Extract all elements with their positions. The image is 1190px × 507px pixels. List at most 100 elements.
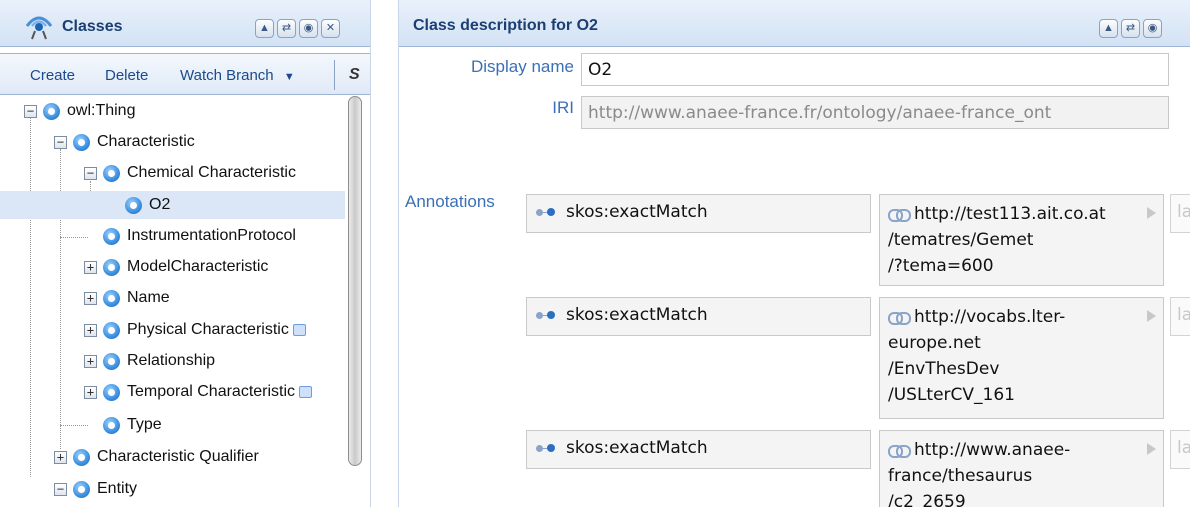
annotations-label: Annotations bbox=[405, 192, 495, 211]
annotation-value[interactable]: http://vocabs.lter- europe.net /EnvThesD… bbox=[879, 297, 1164, 419]
tree-item-label: Entity bbox=[97, 480, 138, 497]
tree-item-chemical-characteristic[interactable]: − Chemical Characteristic bbox=[84, 159, 296, 187]
annotation-lang-field[interactable]: la bbox=[1170, 297, 1190, 336]
class-icon bbox=[43, 102, 60, 120]
annotation-value-line: /EnvThesDev bbox=[888, 359, 1000, 379]
expand-icon[interactable]: + bbox=[84, 385, 97, 399]
tree-item-o2[interactable]: O2 bbox=[0, 191, 345, 219]
tree-item-label: InstrumentationProtocol bbox=[127, 227, 296, 244]
settings-button[interactable]: ◉ bbox=[299, 19, 318, 38]
tree-connector bbox=[30, 117, 31, 477]
tree-item-characteristic[interactable]: − Characteristic bbox=[54, 128, 195, 156]
tree-item-characteristic-qualifier[interactable]: + Characteristic Qualifier bbox=[54, 443, 259, 471]
settings-button[interactable]: ◉ bbox=[1143, 19, 1162, 38]
class-tree: − owl:Thing − Characteristic − Chemical … bbox=[0, 95, 345, 507]
annotation-property[interactable]: skos:exactMatch bbox=[526, 194, 871, 233]
tree-item-label: Characteristic bbox=[97, 133, 195, 150]
class-icon bbox=[125, 196, 142, 214]
iri-label: IRI bbox=[552, 98, 574, 117]
tree-item-relationship[interactable]: + Relationship bbox=[84, 347, 215, 375]
tree-item-type[interactable]: Type bbox=[103, 411, 162, 439]
sync-button[interactable]: ⇄ bbox=[1121, 19, 1140, 38]
expand-icon[interactable]: + bbox=[54, 450, 67, 464]
annotation-property-label: skos:exactMatch bbox=[566, 305, 708, 325]
class-icon bbox=[73, 480, 90, 498]
annotation-value-line: /?tema=600 bbox=[888, 256, 994, 276]
maximize-button[interactable]: ▲ bbox=[255, 19, 274, 38]
classes-view-icon bbox=[25, 16, 53, 40]
tree-item-label: owl:Thing bbox=[67, 102, 136, 119]
tree-item-owl-thing[interactable]: − owl:Thing bbox=[24, 97, 135, 125]
tree-item-label: Chemical Characteristic bbox=[127, 164, 296, 181]
class-icon bbox=[103, 321, 120, 339]
search-button[interactable]: S bbox=[349, 66, 360, 84]
class-icon bbox=[103, 164, 120, 182]
annotation-value-line: /USLterCV_161 bbox=[888, 385, 1015, 405]
delete-button[interactable]: Delete bbox=[105, 67, 148, 84]
watch-branch-button[interactable]: Watch Branch ▼ bbox=[180, 67, 295, 84]
panel-splitter[interactable] bbox=[370, 0, 400, 507]
expand-icon[interactable]: + bbox=[84, 323, 97, 337]
tree-connector bbox=[60, 237, 88, 238]
tree-item-model-characteristic[interactable]: + ModelCharacteristic bbox=[84, 253, 268, 281]
toolbar-divider bbox=[334, 60, 335, 90]
annotation-property[interactable]: skos:exactMatch bbox=[526, 297, 871, 336]
create-button[interactable]: Create bbox=[30, 67, 75, 84]
close-button[interactable]: ✕ bbox=[321, 19, 340, 38]
maximize-button[interactable]: ▲ bbox=[1099, 19, 1118, 38]
tree-item-label: Relationship bbox=[127, 352, 216, 369]
tree-item-label: Physical Characteristic bbox=[127, 321, 289, 338]
play-icon[interactable] bbox=[1147, 310, 1156, 322]
classes-panel-header: Classes ▲ ⇄ ◉ ✕ bbox=[0, 0, 370, 47]
play-icon[interactable] bbox=[1147, 443, 1156, 455]
annotation-property[interactable]: skos:exactMatch bbox=[526, 430, 871, 469]
annotation-value-line: /tematres/Gemet bbox=[888, 230, 1034, 250]
class-icon bbox=[103, 416, 120, 434]
tree-item-label: ModelCharacteristic bbox=[127, 258, 269, 275]
expand-icon[interactable]: + bbox=[84, 354, 97, 368]
sync-button[interactable]: ⇄ bbox=[277, 19, 296, 38]
tree-item-label: Name bbox=[127, 289, 170, 306]
classes-toolbar: Create Delete Watch Branch ▼ S bbox=[0, 53, 370, 95]
tree-item-label: Type bbox=[127, 416, 162, 433]
collapse-icon[interactable]: − bbox=[54, 135, 67, 149]
iri-field[interactable]: http://www.anaee-france.fr/ontology/anae… bbox=[581, 96, 1169, 129]
annotation-property-label: skos:exactMatch bbox=[566, 438, 708, 458]
tree-item-entity[interactable]: − Entity bbox=[54, 475, 137, 503]
play-icon[interactable] bbox=[1147, 207, 1156, 219]
annotation-property-label: skos:exactMatch bbox=[566, 202, 708, 222]
panel-title: Classes bbox=[62, 18, 123, 35]
panel-title: Class description for O2 bbox=[413, 17, 598, 34]
collapse-icon[interactable]: − bbox=[84, 166, 97, 180]
tree-item-label: Characteristic Qualifier bbox=[97, 448, 259, 465]
tree-item-temporal-characteristic[interactable]: + Temporal Characteristic bbox=[84, 378, 313, 406]
class-icon bbox=[103, 289, 120, 307]
annotation-lang-field[interactable]: la bbox=[1170, 430, 1190, 469]
tree-connector bbox=[60, 425, 88, 426]
class-icon bbox=[103, 383, 120, 401]
class-icon bbox=[73, 448, 90, 466]
class-icon bbox=[103, 258, 120, 276]
link-icon bbox=[888, 444, 911, 458]
annotation-value-line: europe.net bbox=[888, 333, 981, 353]
class-description-panel: Class description for O2 ▲ ⇄ ◉ Display n… bbox=[399, 0, 1190, 507]
expand-icon[interactable]: + bbox=[84, 291, 97, 305]
annotation-lang-field[interactable]: la bbox=[1170, 194, 1190, 233]
tree-item-label: O2 bbox=[149, 196, 171, 213]
tree-item-label: Temporal Characteristic bbox=[127, 383, 296, 400]
tree-item-instrumentation-protocol[interactable]: InstrumentationProtocol bbox=[103, 222, 296, 250]
expand-icon[interactable]: + bbox=[84, 260, 97, 274]
tree-item-name[interactable]: + Name bbox=[84, 284, 170, 312]
annotation-value[interactable]: http://www.anaee- france/thesaurus /c2_2… bbox=[879, 430, 1164, 507]
tree-scrollbar[interactable] bbox=[348, 96, 362, 466]
note-icon bbox=[292, 324, 306, 336]
annotation-value[interactable]: http://test113.ait.co.at /tematres/Gemet… bbox=[879, 194, 1164, 286]
link-icon bbox=[888, 311, 911, 325]
annotation-property-icon bbox=[535, 310, 562, 320]
tree-item-physical-characteristic[interactable]: + Physical Characteristic bbox=[84, 316, 306, 344]
collapse-icon[interactable]: − bbox=[24, 104, 37, 118]
display-name-field[interactable]: O2 bbox=[581, 53, 1169, 86]
annotation-value-line: http://test113.ait.co.at bbox=[914, 204, 1106, 224]
collapse-icon[interactable]: − bbox=[54, 482, 67, 496]
annotation-property-icon bbox=[535, 207, 562, 217]
